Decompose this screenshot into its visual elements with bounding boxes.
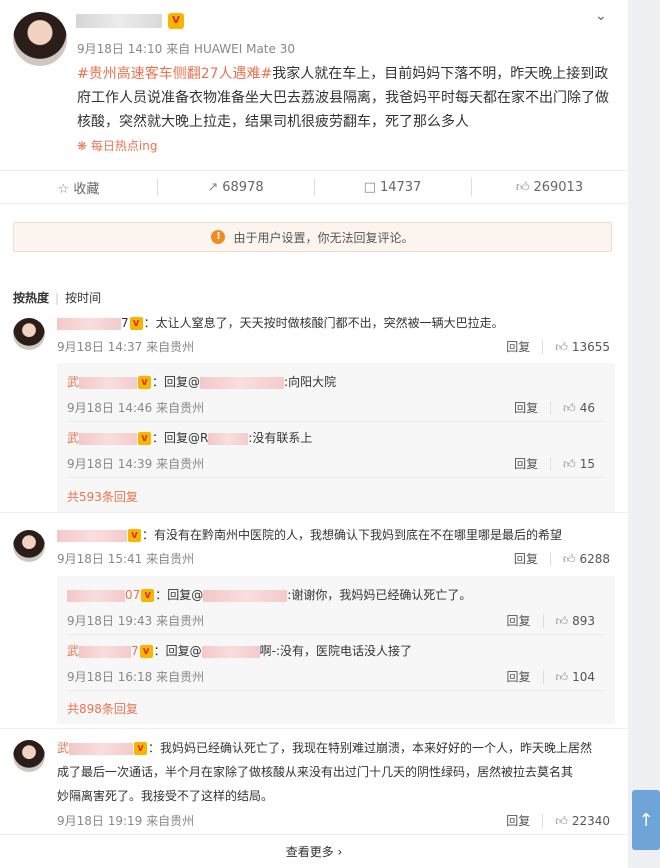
scrollbar-track[interactable] xyxy=(628,0,660,868)
vip-badge-icon: V xyxy=(168,13,184,29)
thumb-up-icon: 👍︎ xyxy=(562,552,576,566)
mention-masked[interactable] xyxy=(201,645,260,658)
reply-disabled-notice: ! 由于用户设置，你无法回复评论。 xyxy=(13,222,612,252)
comment-text: 7 V ：太让人窒息了，天天按时做核酸门都不出，突然被一辆大巴拉走。 xyxy=(57,312,617,334)
comment-text: 武 V ：我妈妈已经确认死亡了，我现在特别难过崩溃，本来好好的一个人，昨天晚上居然 … xyxy=(57,741,593,803)
hot-topic-label: 每日热点ing xyxy=(90,139,158,153)
reply-button[interactable]: 回复 xyxy=(507,670,531,684)
vip-badge-icon: V xyxy=(141,589,155,602)
chevron-down-icon[interactable]: ⌄ xyxy=(595,8,607,24)
mention-masked[interactable] xyxy=(208,432,249,445)
thumb-up-icon: 👍︎ xyxy=(555,340,568,354)
comment-text: V ：有没有在黔南州中医院的人，我想确认下我妈到底在不在哪里哪是最后的希望 xyxy=(57,524,617,546)
like-button[interactable]: 👍︎ 269013 xyxy=(471,177,628,196)
thumb-up-icon: 👍︎ xyxy=(555,614,569,628)
warning-icon: ! xyxy=(211,230,226,244)
reply-like-button[interactable]: 👍︎ 15 xyxy=(550,457,595,471)
weibo-page: V ⌄ 9月18日 14:10 来自 HUAWEI Mate 30 #贵州高速客… xyxy=(0,0,628,868)
replier-name-masked[interactable] xyxy=(79,645,132,658)
reply-button[interactable]: 回复 xyxy=(506,814,530,828)
author-name-masked[interactable] xyxy=(76,14,162,28)
forward-button[interactable]: ↗ 68978 xyxy=(157,177,314,196)
author-avatar[interactable] xyxy=(13,12,67,66)
vip-badge-icon: V xyxy=(128,529,141,542)
sparkle-icon: ❋ xyxy=(77,139,91,153)
comment-like-button[interactable]: 👍︎ 6288 xyxy=(549,552,610,566)
thumb-up-icon: 👍︎ xyxy=(563,401,576,415)
vip-badge-icon: V xyxy=(138,432,152,445)
avatar[interactable] xyxy=(13,318,45,350)
vip-badge-icon: V xyxy=(129,317,143,330)
comment-actions: 回复 👍︎ 22340 xyxy=(506,812,610,829)
comment-like-button[interactable]: 👍︎ 13655 xyxy=(542,340,610,354)
sort-by-hot[interactable]: 按热度 xyxy=(13,291,49,305)
thumb-up-icon: 👍︎ xyxy=(563,457,576,471)
thumb-up-icon: 👍︎ xyxy=(555,670,569,684)
reply-like-button[interactable]: 👍︎ 893 xyxy=(542,614,595,628)
vip-badge-icon: V xyxy=(138,376,152,389)
reply-button[interactable]: 回复 xyxy=(514,457,538,471)
post-body: #贵州高速客车侧翻27人遇难#我家人就在车上，目前妈妈下落不明，昨天晚上接到政府… xyxy=(77,62,609,134)
reply-box: 武 V ：回复@:向阳大院 9月18日 14:46 来自贵州 回复 👍︎ 46 武 V ：回… xyxy=(57,363,615,513)
reply-button[interactable]: 回复 xyxy=(514,552,538,566)
vip-badge-icon: V xyxy=(139,645,153,658)
vip-badge-icon: V xyxy=(134,742,148,755)
avatar[interactable] xyxy=(13,740,45,772)
comment-actions: 回复 👍︎ 6288 xyxy=(514,550,610,567)
mention-masked[interactable] xyxy=(203,589,288,602)
view-more-link[interactable]: 查看更多 › xyxy=(0,843,628,860)
reply-button[interactable]: 回复 xyxy=(506,340,530,354)
hot-topic-tag[interactable]: ❋ 每日热点ing xyxy=(77,137,157,154)
comment-meta: 9月18日 15:41 来自贵州 xyxy=(57,552,195,566)
avatar[interactable] xyxy=(13,530,45,562)
thumb-up-icon: 👍︎ xyxy=(515,179,530,195)
reply-like-button[interactable]: 👍︎ 104 xyxy=(542,670,595,684)
comment-sort: 按热度 | 按时间 xyxy=(13,291,102,305)
comment-button[interactable]: □ 14737 xyxy=(314,177,471,196)
action-bar: ☆ 收藏 ↗ 68978 □ 14737 👍︎ 269013 xyxy=(0,170,628,204)
comment-like-button[interactable]: 👍︎ 22340 xyxy=(542,814,610,828)
forward-icon: ↗ xyxy=(207,179,219,195)
favorite-button[interactable]: ☆ 收藏 xyxy=(0,178,157,197)
more-replies-link[interactable]: 共593条回复 xyxy=(67,488,138,505)
replier-name-masked[interactable] xyxy=(67,589,125,602)
more-replies-link[interactable]: 共898条回复 xyxy=(67,700,138,717)
comment-actions: 回复 👍︎ 13655 xyxy=(506,338,610,355)
star-icon: ☆ xyxy=(57,181,70,197)
post-meta: 9月18日 14:10 来自 HUAWEI Mate 30 xyxy=(77,42,295,56)
mention-masked[interactable] xyxy=(200,376,285,389)
comment-meta: 9月18日 19:19 来自贵州 xyxy=(57,814,195,828)
back-to-top-button[interactable]: ↑ xyxy=(632,790,660,850)
commenter-name-masked[interactable] xyxy=(69,742,134,755)
reply-button[interactable]: 回复 xyxy=(514,401,538,415)
thumb-up-icon: 👍︎ xyxy=(555,814,568,828)
reply-box: 07 V ：回复@:谢谢你，我妈妈已经确认死亡了。 9月18日 19:43 来自贵州… xyxy=(57,576,615,724)
commenter-name-masked[interactable] xyxy=(57,529,127,542)
comment-meta: 9月18日 14:37 来自贵州 xyxy=(57,340,195,354)
arrow-up-icon: ↑ xyxy=(638,809,654,831)
replier-name-masked[interactable] xyxy=(79,376,138,389)
sort-by-time[interactable]: 按时间 xyxy=(65,291,101,305)
notice-text: 由于用户设置，你无法回复评论。 xyxy=(233,230,414,245)
commenter-name-masked[interactable] xyxy=(57,317,121,330)
hashtag-link[interactable]: #贵州高速客车侧翻27人遇难# xyxy=(77,66,272,82)
comment-icon: □ xyxy=(363,179,376,195)
reply-button[interactable]: 回复 xyxy=(507,614,531,628)
replier-name-masked[interactable] xyxy=(79,432,138,445)
reply-like-button[interactable]: 👍︎ 46 xyxy=(550,401,595,415)
